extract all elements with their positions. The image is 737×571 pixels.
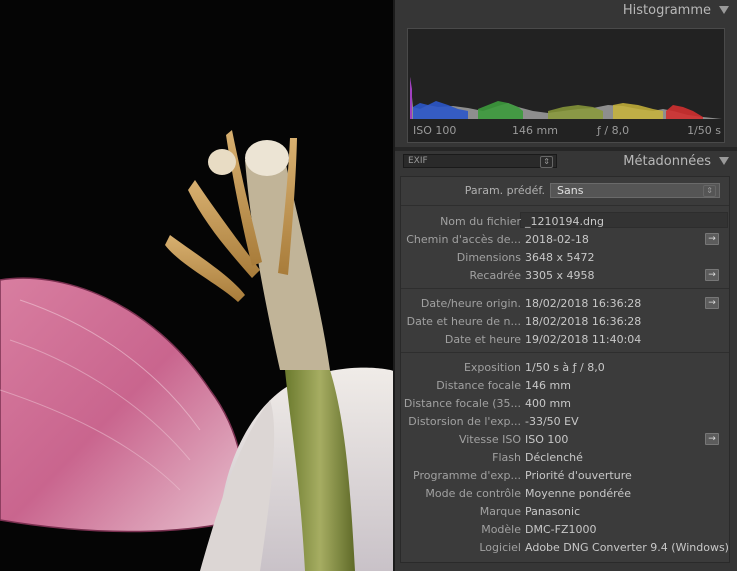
metadata-list: Param. prédéf. Sans ⇕ Nom du fichier _121…: [400, 176, 730, 563]
metadata-label: Distance focale: [436, 379, 521, 392]
histogram-title: Histogramme: [622, 3, 711, 18]
metadata-value: 18/02/2018 16:36:28: [525, 297, 642, 310]
stepper-icon: ⇕: [540, 156, 553, 168]
focal-readout: 146 mm: [512, 124, 558, 137]
metadata-row: Date/heure origin. 18/02/2018 16:36:28 →: [401, 294, 729, 312]
metadata-value: 3305 x 4958: [525, 269, 595, 282]
metadata-label: Chemin d'accès de...: [406, 233, 521, 246]
metadata-value: Priorité d'ouverture: [525, 469, 632, 482]
metadata-value: 146 mm: [525, 379, 571, 392]
metadata-value: 19/02/2018 11:40:04: [525, 333, 642, 346]
metadata-value: DMC-FZ1000: [525, 523, 597, 536]
metadata-value: 3648 x 5472: [525, 251, 595, 264]
metadata-row: Vitesse ISO ISO 100 →: [401, 430, 729, 448]
metadata-value: ISO 100: [525, 433, 569, 446]
metadata-row: Exposition 1/50 s à ƒ / 8,0: [401, 358, 729, 376]
metadata-value: Panasonic: [525, 505, 581, 518]
collapse-triangle-icon[interactable]: [719, 6, 729, 14]
metadata-row: Mode de contrôle Moyenne pondérée: [401, 484, 729, 502]
metadata-row: Distance focale (35... 400 mm: [401, 394, 729, 412]
metadata-row: Dimensions 3648 x 5472: [401, 248, 729, 266]
metadata-row: Modèle DMC-FZ1000: [401, 520, 729, 538]
metadata-label: Mode de contrôle: [425, 487, 521, 500]
divider: [401, 352, 729, 353]
metadata-row: Distorsion de l'exp... -33/50 EV: [401, 412, 729, 430]
metadata-value: 1/50 s à ƒ / 8,0: [525, 361, 605, 374]
metadata-value: 400 mm: [525, 397, 571, 410]
photo-preview[interactable]: [0, 0, 393, 571]
metadata-label: Programme d'exp...: [413, 469, 521, 482]
preset-select[interactable]: Sans ⇕: [550, 183, 720, 198]
metadata-value: 18/02/2018 16:36:28: [525, 315, 642, 328]
histogram-header[interactable]: Histogramme: [395, 0, 737, 22]
metadata-row: Logiciel Adobe DNG Converter 9.4 (Windows…: [401, 538, 729, 556]
iso-readout: ISO 100: [413, 124, 457, 137]
metadata-label: Recadrée: [469, 269, 521, 282]
go-arrow-icon[interactable]: →: [705, 269, 719, 281]
metadata-row: Chemin d'accès de... 2018-02-18 →: [401, 230, 729, 248]
metadata-label: Distance focale (35...: [403, 397, 521, 410]
metadata-row: Marque Panasonic: [401, 502, 729, 520]
metadata-row: Programme d'exp... Priorité d'ouverture: [401, 466, 729, 484]
metadata-set-value: EXIF: [408, 156, 428, 166]
metadata-value: Moyenne pondérée: [525, 487, 631, 500]
metadata-row: Distance focale 146 mm: [401, 376, 729, 394]
right-panel: Histogramme ISO 100 146 mm ƒ / 8,0 1/50 …: [393, 0, 737, 571]
metadata-set-select[interactable]: EXIF ⇕: [403, 154, 557, 168]
divider: [401, 288, 729, 289]
metadata-value: -33/50 EV: [525, 415, 579, 428]
go-arrow-icon[interactable]: →: [705, 433, 719, 445]
metadata-value: Déclenché: [525, 451, 583, 464]
metadata-label: Date/heure origin.: [420, 297, 521, 310]
tulip-photo: [0, 0, 393, 571]
metadata-label: Flash: [492, 451, 521, 464]
shutter-readout: 1/50 s: [687, 124, 721, 137]
metadata-label: Modèle: [481, 523, 521, 536]
metadata-label: Nom du fichier: [440, 215, 521, 228]
preset-value: Sans: [557, 184, 584, 197]
metadata-row: Date et heure de n... 18/02/2018 16:36:28: [401, 312, 729, 330]
divider: [401, 205, 729, 206]
metadata-row: Date et heure 19/02/2018 11:40:04: [401, 330, 729, 348]
aperture-readout: ƒ / 8,0: [597, 124, 630, 137]
metadata-label: Dimensions: [456, 251, 521, 264]
metadata-row: Flash Déclenché: [401, 448, 729, 466]
metadata-label: Vitesse ISO: [458, 433, 521, 446]
metadata-row: Nom du fichier _1210194.dng: [401, 212, 729, 230]
metadata-value[interactable]: _1210194.dng: [525, 215, 604, 228]
metadata-label: Exposition: [463, 361, 521, 374]
metadata-title: Métadonnées: [623, 154, 711, 169]
metadata-label: Marque: [479, 505, 521, 518]
metadata-label: Logiciel: [479, 541, 521, 554]
metadata-label: Date et heure de n...: [406, 315, 521, 328]
stepper-icon: ⇕: [703, 185, 716, 197]
histogram-info: ISO 100 146 mm ƒ / 8,0 1/50 s: [407, 124, 725, 140]
go-arrow-icon[interactable]: →: [705, 297, 719, 309]
metadata-row: Recadrée 3305 x 4958 →: [401, 266, 729, 284]
go-arrow-icon[interactable]: →: [705, 233, 719, 245]
metadata-value: Adobe DNG Converter 9.4 (Windows): [525, 541, 729, 554]
metadata-value: 2018-02-18: [525, 233, 589, 246]
metadata-label: Date et heure: [444, 333, 521, 346]
preset-label: Param. prédéf.: [464, 184, 545, 197]
collapse-triangle-icon[interactable]: [719, 157, 729, 165]
metadata-label: Distorsion de l'exp...: [408, 415, 521, 428]
